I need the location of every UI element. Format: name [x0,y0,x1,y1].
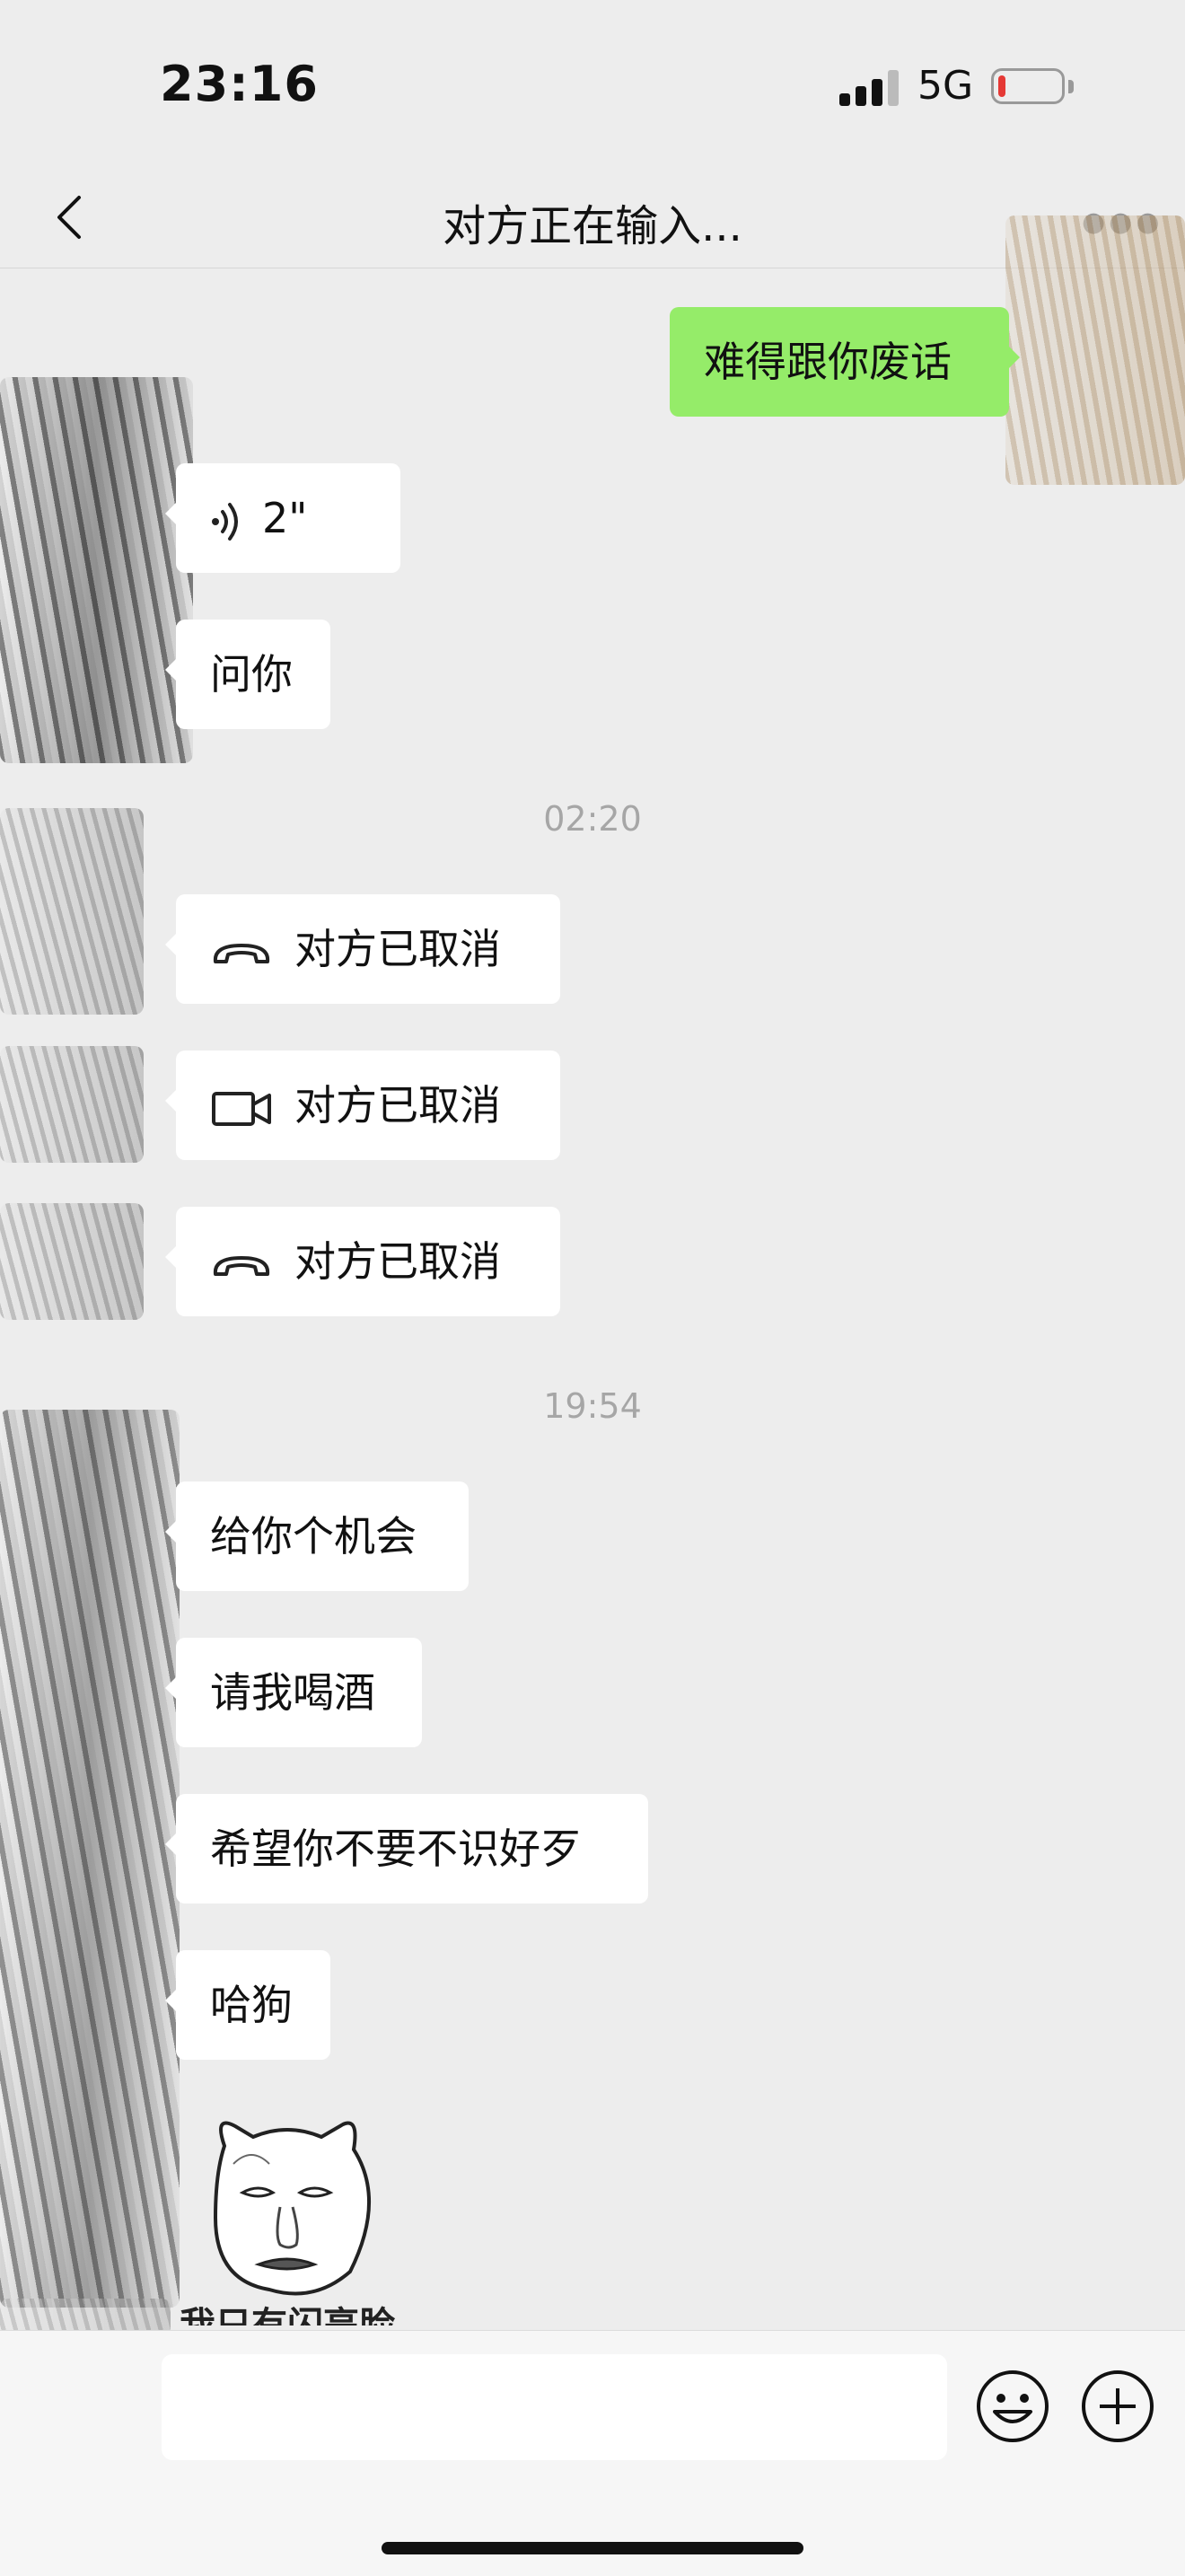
status-time: 23:16 [160,56,319,112]
message-text: 希望你不要不识好歹 [210,1824,582,1873]
call-record-bubble[interactable]: 对方已取消 [165,1051,560,1160]
message-bubble-other[interactable]: 希望你不要不识好歹 [165,1794,648,1903]
voice-message-bubble[interactable]: 2" [165,463,400,573]
contact-avatar[interactable] [0,377,193,763]
phone-handset-icon [213,1255,270,1276]
self-avatar[interactable] [1005,215,1185,485]
call-status-text: 对方已取消 [294,925,501,973]
voice-wave-icon [212,502,238,541]
message-bubble-other[interactable]: 哈狗 [165,1950,330,2060]
meme-face-sticker [213,2121,372,2296]
message-bubble-other[interactable]: 请我喝酒 [165,1638,422,1747]
call-status-text: 对方已取消 [294,1237,501,1286]
call-record-bubble[interactable]: 对方已取消 [165,894,560,1004]
message-text: 难得跟你废话 [704,338,952,386]
call-status-text: 对方已取消 [294,1081,501,1130]
message-bubble-self[interactable]: 难得跟你废话 [670,307,1020,417]
sticker-message[interactable]: 我只有闪亮脸 [180,2110,467,2325]
battery-icon [991,68,1065,104]
signal-icon [839,68,902,106]
contact-avatar[interactable] [0,1410,180,2308]
smiley-icon[interactable] [975,2369,1050,2444]
battery-tip [1068,80,1074,93]
timestamp: 19:54 [543,1386,642,1426]
message-text: 问你 [210,650,293,699]
timestamp: 02:20 [543,799,642,839]
input-toolbar [0,2330,1185,2576]
contact-avatar[interactable] [0,808,144,1015]
contact-avatar[interactable] [0,1046,144,1163]
message-text: 给你个机会 [210,1512,417,1561]
message-text: 哈狗 [210,1981,293,2029]
status-bar: 23:16 5G [0,0,1185,171]
home-indicator [382,2542,803,2554]
message-bubble-other[interactable]: 问你 [165,620,330,729]
message-input[interactable] [162,2354,947,2460]
phone-handset-icon [213,943,270,963]
voice-duration: 2" [262,494,308,542]
contact-avatar[interactable] [0,1203,144,1320]
plus-icon[interactable] [1080,2369,1155,2444]
network-type: 5G [917,63,974,109]
message-bubble-other[interactable]: 给你个机会 [165,1481,469,1591]
video-camera-icon [212,1091,271,1126]
call-record-bubble[interactable]: 对方已取消 [165,1207,560,1316]
sticker-caption: 我只有闪亮脸 [180,2305,395,2325]
message-text: 请我喝酒 [210,1668,375,1717]
